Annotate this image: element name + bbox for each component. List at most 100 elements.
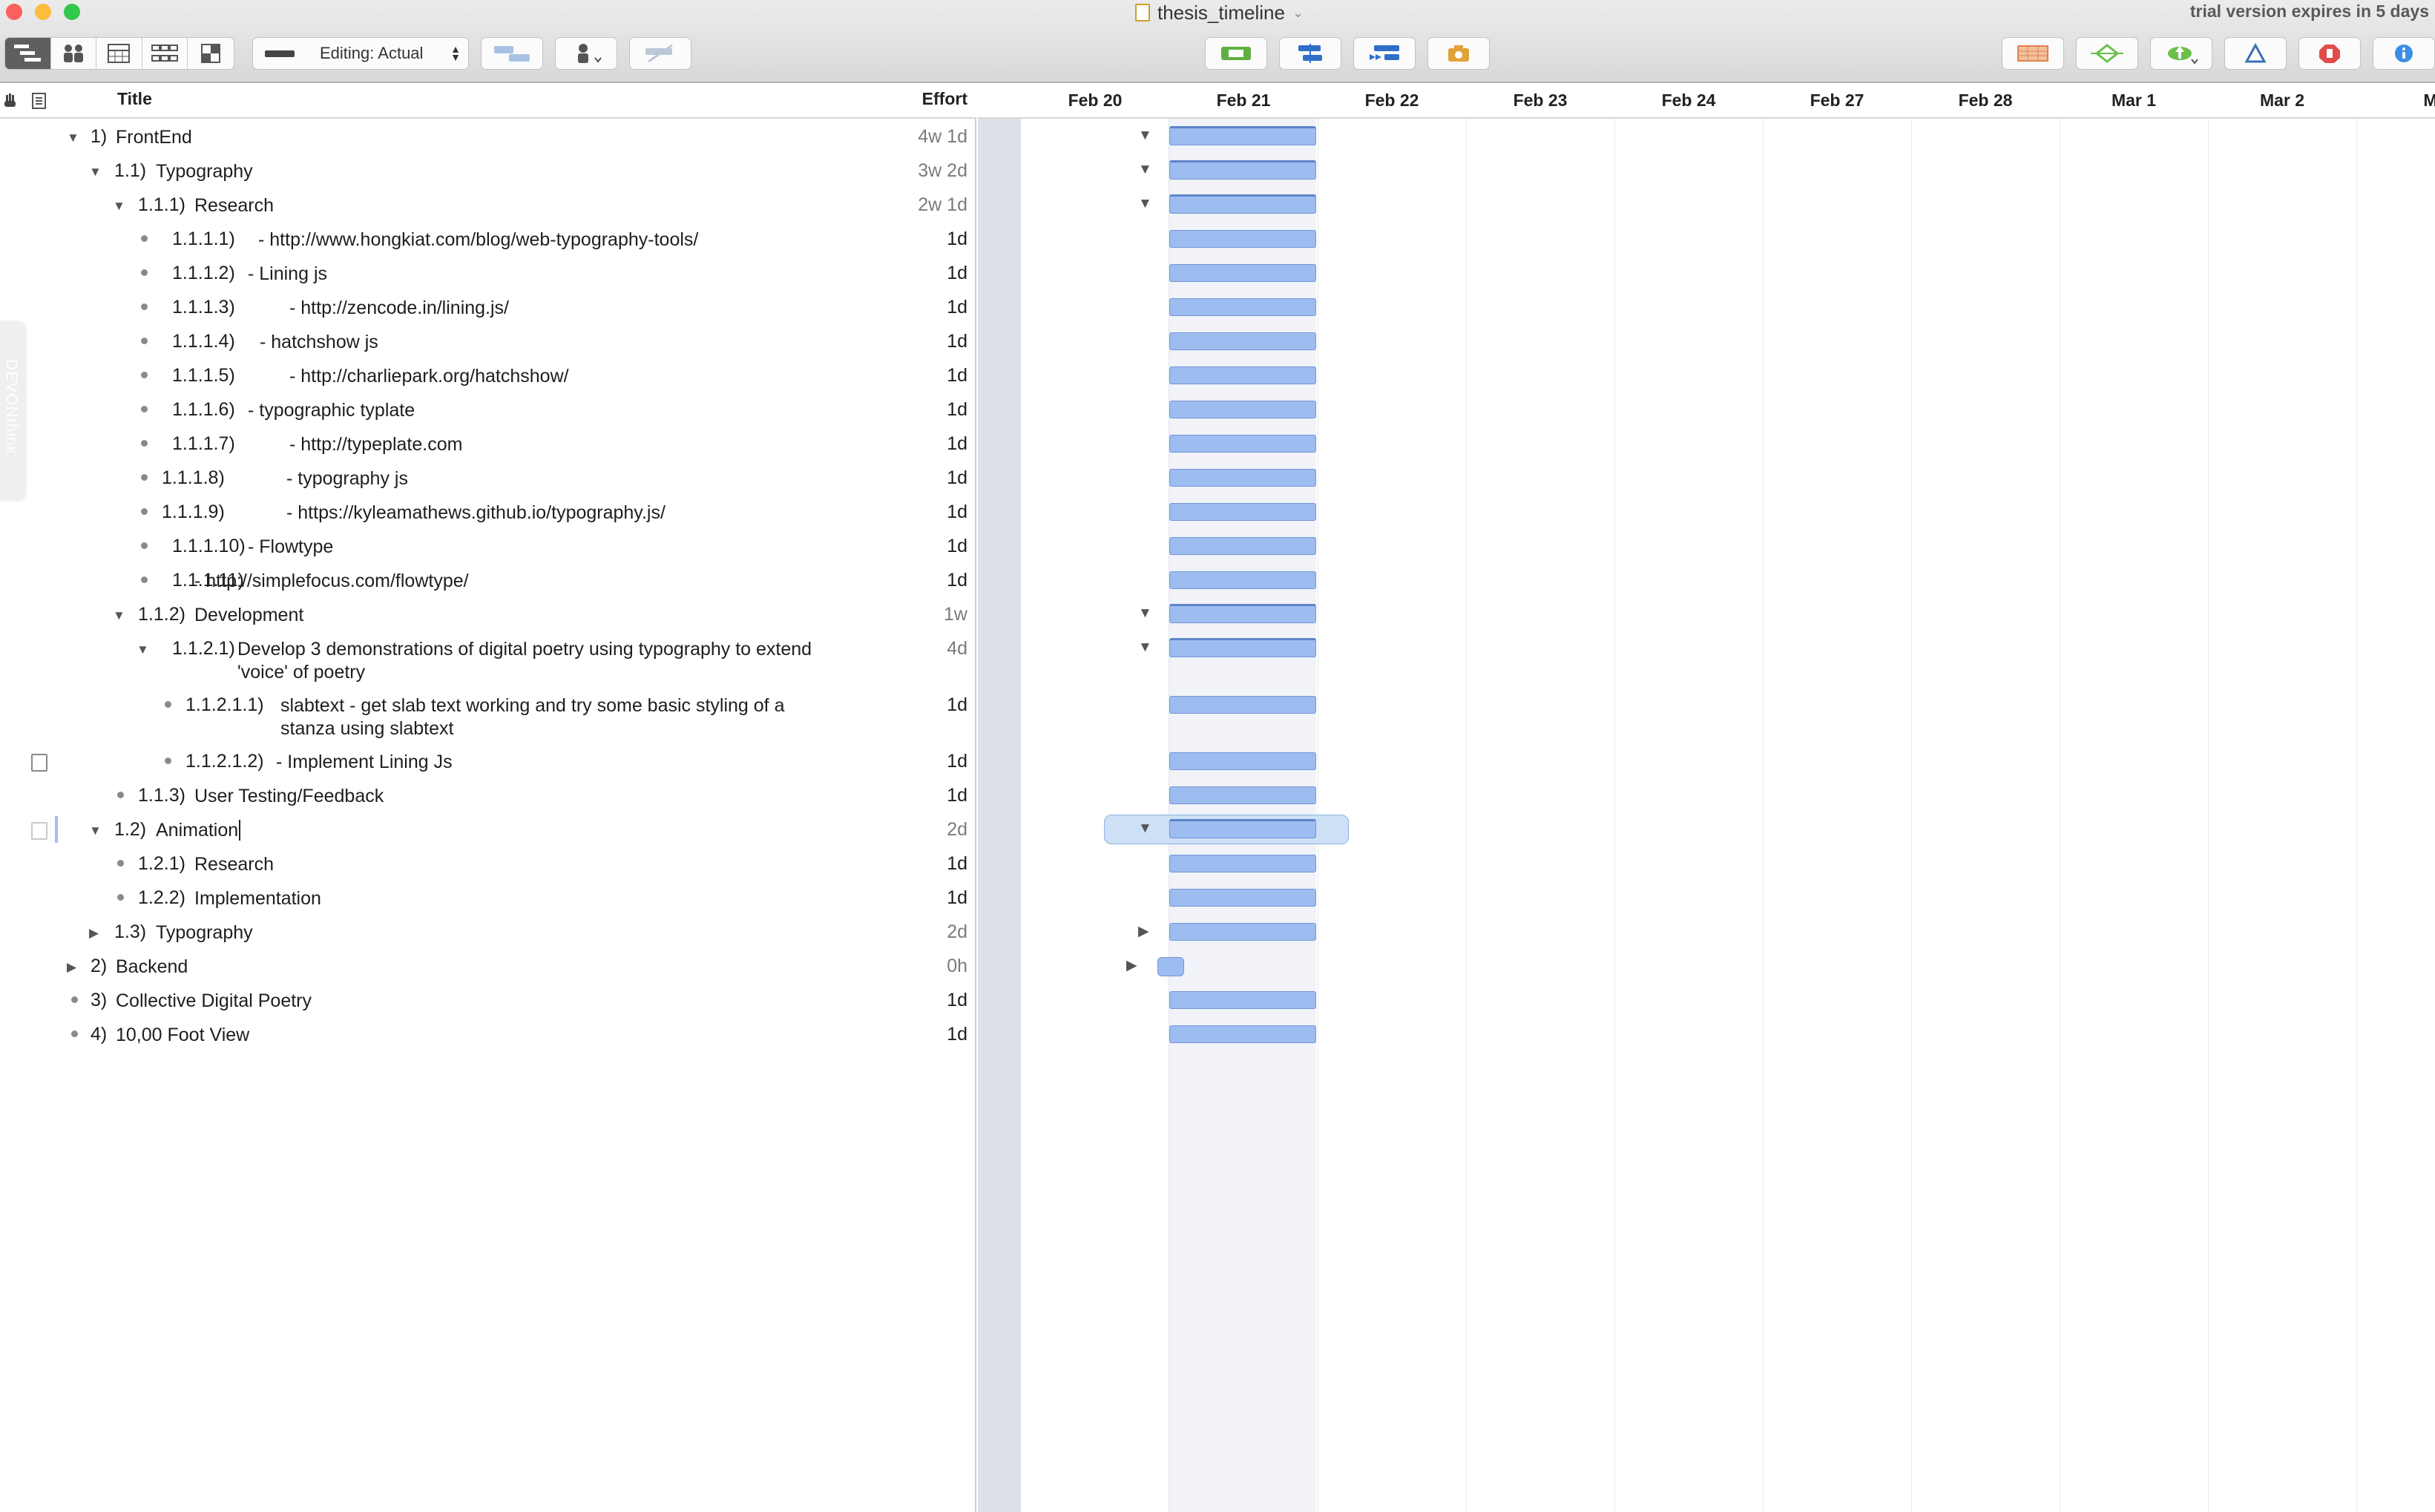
outline-row[interactable]: 1.1.2.1.2) - Implement Lining Js 1d bbox=[0, 743, 976, 778]
task-title[interactable]: Develop 3 demonstrations of digital poet… bbox=[237, 638, 853, 684]
task-title[interactable]: Collective Digital Poetry bbox=[116, 990, 312, 1013]
gantt-disclosure-collapsed-icon[interactable]: ▶ bbox=[1138, 923, 1149, 940]
hand-icon[interactable] bbox=[1, 92, 18, 108]
task-title[interactable]: Implementation bbox=[194, 887, 321, 910]
group-bar[interactable] bbox=[1169, 160, 1316, 180]
task-effort[interactable]: 1d bbox=[947, 853, 967, 875]
outline-row[interactable]: 4) 10,00 Foot View 1d bbox=[0, 1016, 976, 1051]
network-view-icon[interactable] bbox=[142, 38, 188, 69]
outline-row[interactable]: ▼ 1) FrontEnd 4w 1d bbox=[0, 119, 976, 153]
resource-view-icon[interactable] bbox=[51, 38, 97, 69]
baseline-icon[interactable] bbox=[1205, 37, 1267, 70]
note-icon[interactable] bbox=[31, 822, 47, 840]
group-bar[interactable] bbox=[1169, 194, 1316, 214]
style-view-icon[interactable] bbox=[188, 38, 234, 69]
disclosure-expanded-icon[interactable]: ▼ bbox=[137, 642, 149, 657]
disclosure-expanded-icon[interactable]: ▼ bbox=[89, 165, 102, 180]
task-effort[interactable]: 3w 2d bbox=[918, 160, 967, 182]
task-bar[interactable] bbox=[1169, 298, 1316, 316]
task-bar[interactable] bbox=[1169, 469, 1316, 487]
outline-row[interactable]: 1.1.1.5) - http://charliepark.org/hatchsh… bbox=[0, 358, 976, 392]
outline-view-icon[interactable] bbox=[5, 38, 51, 69]
group-bar[interactable] bbox=[1169, 819, 1316, 838]
task-title[interactable]: - typography js bbox=[286, 467, 408, 490]
outline-row[interactable]: ▶ 2) Backend 0h bbox=[0, 948, 976, 982]
spreadsheet-icon[interactable] bbox=[2002, 37, 2064, 70]
task-effort[interactable]: 1d bbox=[947, 785, 967, 806]
devonthink-side-tab[interactable]: DEVONthink bbox=[0, 322, 25, 500]
gantt-disclosure-expanded-icon[interactable]: ▼ bbox=[1138, 128, 1152, 144]
task-title[interactable]: FrontEnd bbox=[116, 126, 192, 149]
outline-row[interactable]: ▼ 1.1) Typography 3w 2d bbox=[0, 153, 976, 187]
task-title[interactable]: - https://kyleamathews.github.io/typogra… bbox=[286, 502, 666, 525]
group-bar[interactable] bbox=[1169, 604, 1316, 623]
task-effort[interactable]: 1d bbox=[947, 331, 967, 352]
task-bar[interactable] bbox=[1169, 786, 1316, 804]
task-title[interactable]: - Flowtype bbox=[248, 536, 333, 559]
group-bar[interactable] bbox=[1169, 638, 1316, 657]
task-title[interactable]: Research bbox=[194, 853, 274, 876]
disclosure-collapsed-icon[interactable]: ▶ bbox=[89, 926, 99, 941]
task-bar[interactable] bbox=[1169, 401, 1316, 418]
outline-row[interactable]: 1.1.1.1) - http://www.hongkiat.com/blog/w… bbox=[0, 221, 976, 255]
task-effort[interactable]: 1d bbox=[947, 467, 967, 489]
gantt-disclosure-expanded-icon[interactable]: ▼ bbox=[1138, 162, 1152, 178]
gantt-disclosure-collapsed-icon[interactable]: ▶ bbox=[1126, 957, 1137, 974]
outline-row[interactable]: 1.1.2.1.1) slabtext - get slab text worki… bbox=[0, 687, 976, 743]
minimize-window-button[interactable] bbox=[35, 4, 51, 20]
outline-row[interactable]: 1.2.2) Implementation 1d bbox=[0, 880, 976, 914]
task-bar[interactable] bbox=[1169, 503, 1316, 521]
task-title[interactable]: Backend bbox=[116, 956, 188, 979]
outline-row[interactable]: ▼ 1.1.2.1) Develop 3 demonstrations of dig… bbox=[0, 631, 976, 687]
inspector-triangle-icon[interactable] bbox=[2224, 37, 2287, 70]
outline-row[interactable]: ▼ 1.1.2) Development 1w bbox=[0, 596, 976, 631]
task-effort[interactable]: 1d bbox=[947, 990, 967, 1011]
task-bar[interactable] bbox=[1169, 332, 1316, 350]
violations-stop-icon[interactable] bbox=[2298, 37, 2361, 70]
task-title[interactable]: Animation bbox=[156, 819, 241, 842]
task-title[interactable]: - hatchshow js bbox=[260, 331, 378, 354]
gantt-disclosure-expanded-icon[interactable]: ▼ bbox=[1138, 640, 1152, 656]
task-bar[interactable] bbox=[1169, 1025, 1316, 1043]
outline-row[interactable]: 1.1.1.11) - http://simplefocus.com/flowty… bbox=[0, 562, 976, 596]
close-window-button[interactable] bbox=[6, 4, 22, 20]
task-effort[interactable]: 1d bbox=[947, 751, 967, 772]
task-effort[interactable]: 0h bbox=[947, 956, 967, 977]
task-effort[interactable]: 1d bbox=[947, 694, 967, 716]
outline-row[interactable]: ▼ 1.2) Animation 2d bbox=[0, 812, 976, 846]
task-title[interactable]: - typographic typlate bbox=[248, 399, 415, 422]
outline-row[interactable]: 1.1.1.6) - typographic typlate 1d bbox=[0, 392, 976, 426]
outline-row[interactable]: 1.1.3) User Testing/Feedback 1d bbox=[0, 778, 976, 812]
task-bar[interactable] bbox=[1169, 889, 1316, 907]
assign-resource-button[interactable] bbox=[555, 37, 617, 70]
task-effort[interactable]: 1d bbox=[947, 229, 967, 250]
task-title[interactable]: - http://typeplate.com bbox=[289, 433, 462, 456]
outline-row[interactable]: 1.1.1.9) - https://kyleamathews.github.io… bbox=[0, 494, 976, 528]
task-bar[interactable] bbox=[1169, 991, 1316, 1009]
task-bar[interactable] bbox=[1169, 855, 1316, 872]
task-effort[interactable]: 1d bbox=[947, 570, 967, 591]
view-mode-control[interactable] bbox=[4, 37, 234, 70]
zoom-window-button[interactable] bbox=[64, 4, 80, 20]
task-effort[interactable]: 2w 1d bbox=[918, 194, 967, 216]
task-bar[interactable] bbox=[1169, 537, 1316, 555]
disclosure-expanded-icon[interactable]: ▼ bbox=[89, 824, 102, 838]
task-title[interactable]: - http://zencode.in/lining.js/ bbox=[289, 297, 509, 320]
task-bar[interactable] bbox=[1169, 571, 1316, 589]
level-resources-icon[interactable] bbox=[1279, 37, 1341, 70]
title-column-header[interactable]: Title bbox=[117, 89, 152, 109]
publish-cloud-icon[interactable] bbox=[2150, 37, 2212, 70]
gantt-disclosure-expanded-icon[interactable]: ▼ bbox=[1138, 605, 1152, 622]
effort-column-header[interactable]: Effort bbox=[922, 89, 967, 109]
disclosure-expanded-icon[interactable]: ▼ bbox=[113, 199, 125, 214]
task-title[interactable]: Typography bbox=[156, 160, 253, 183]
connect-tasks-button[interactable] bbox=[481, 37, 543, 70]
task-bar[interactable] bbox=[1169, 923, 1316, 941]
outline-row[interactable]: 1.1.1.10) - Flowtype 1d bbox=[0, 528, 976, 562]
catch-up-icon[interactable] bbox=[1353, 37, 1416, 70]
task-title[interactable]: - http://simplefocus.com/flowtype/ bbox=[194, 570, 469, 593]
task-title[interactable]: - Implement Lining Js bbox=[276, 751, 453, 774]
task-effort[interactable]: 1d bbox=[947, 887, 967, 909]
outline-row[interactable]: ▶ 1.3) Typography 2d bbox=[0, 914, 976, 948]
group-bar[interactable] bbox=[1169, 126, 1316, 145]
